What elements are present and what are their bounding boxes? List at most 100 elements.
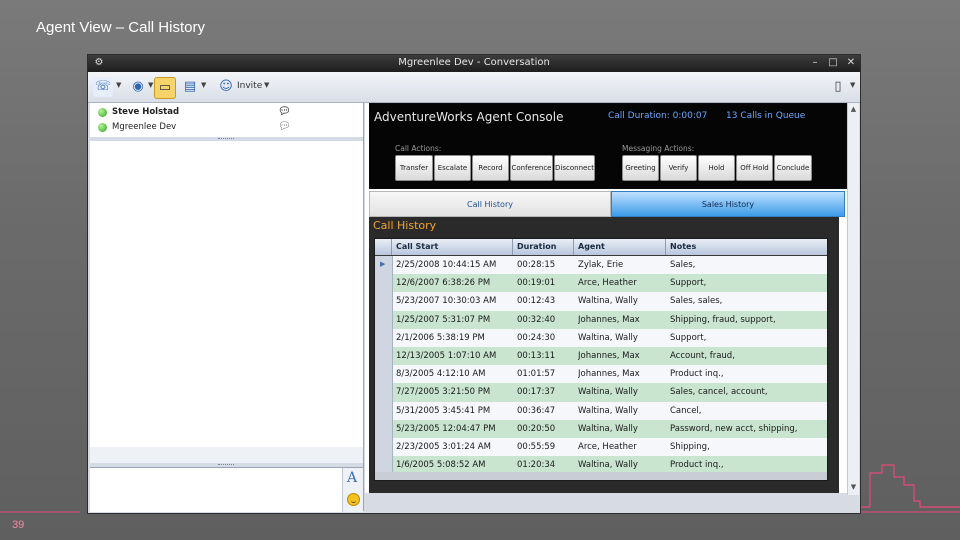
call-history-panel: Call History Call Start Duration Agent N… (369, 217, 839, 493)
invite-button[interactable]: Invite (237, 81, 262, 91)
phone-icon[interactable]: ☏ (93, 77, 113, 97)
compose-sidebar: A (342, 468, 363, 512)
cell-agent: Waltina, Wally (578, 460, 638, 471)
greeting-button[interactable]: Greeting (622, 155, 659, 181)
column-header-duration[interactable]: Duration (513, 239, 574, 255)
cell-call-start: 8/3/2005 4:12:10 AM (396, 369, 486, 380)
row-selector[interactable]: ▶ (375, 256, 393, 275)
cell-agent: Zylak, Erie (578, 260, 624, 270)
window-title: Mgreenlee Dev - Conversation (398, 57, 550, 68)
table-row[interactable]: 7/27/2005 3:21:50 PM 00:17:37 Waltina, Wal… (375, 383, 827, 402)
conversation-window: ⚙ Mgreenlee Dev - Conversation – □ ✕ ☏ ▼… (87, 54, 861, 514)
toolbar: ☏ ▼ ◉ ▼ ▭ ▤ ▼ ☺ Invite ▼ ▯ ▼ (88, 72, 860, 103)
console-header: AdventureWorks Agent Console Call Durati… (369, 103, 847, 189)
table-row[interactable]: 5/23/2005 12:04:47 PM 00:20:50 Waltina, Wa… (375, 419, 827, 438)
hold-button[interactable]: Hold (698, 155, 735, 181)
video-icon[interactable]: ◉ (128, 77, 148, 97)
cell-call-start: 1/6/2005 5:08:52 AM (396, 460, 486, 471)
table-row[interactable]: 1/25/2007 5:31:07 PM 00:32:40 Johannes, Ma… (375, 310, 827, 329)
verify-button[interactable]: Verify (660, 155, 697, 181)
cell-notes: Account, fraud, (670, 351, 735, 361)
cell-agent: Waltina, Wally (578, 405, 638, 416)
speech-bubble-icon: 💬︎ (278, 121, 291, 132)
row-selector[interactable] (375, 419, 393, 438)
compose-area[interactable]: A (90, 467, 363, 512)
tab-call-history[interactable]: Call History (369, 191, 611, 217)
cell-agent: Waltina, Wally (578, 423, 638, 434)
maximize-button[interactable]: □ (826, 56, 840, 70)
emoticon-icon[interactable] (347, 493, 360, 506)
row-selector[interactable] (375, 383, 393, 402)
table-row[interactable]: 12/6/2007 6:38:26 PM 00:19:01 Arce, Heathe… (375, 274, 827, 293)
row-selector[interactable] (375, 310, 393, 329)
font-icon[interactable]: A (347, 470, 357, 486)
close-button[interactable]: ✕ (844, 56, 858, 70)
scroll-up-icon[interactable]: ▲ (849, 105, 858, 113)
table-row[interactable]: 5/31/2005 3:45:41 PM 00:36:47 Waltina, Wal… (375, 401, 827, 420)
cell-agent: Waltina, Wally (578, 296, 638, 307)
invite-icon[interactable]: ☺ (216, 77, 236, 97)
scroll-down-icon[interactable]: ▼ (849, 483, 858, 491)
table-row[interactable]: 5/23/2007 10:30:03 AM 00:12:43 Waltina, Wa… (375, 292, 827, 311)
video-dropdown-icon[interactable]: ▼ (148, 81, 153, 89)
cell-notes: Product inq., (670, 369, 724, 380)
cell-notes: Support, (670, 278, 707, 289)
column-header-call-start[interactable]: Call Start (392, 239, 513, 255)
table-row[interactable]: 2/23/2005 3:01:24 AM 00:55:59 Arce, Heathe… (375, 438, 827, 457)
cell-notes: Sales, sales, (670, 296, 723, 307)
cell-notes: Sales, cancel, account, (670, 387, 768, 398)
row-selector[interactable] (375, 274, 393, 293)
cell-duration: 00:32:40 (517, 314, 556, 325)
escalate-button[interactable]: Escalate (434, 155, 471, 181)
cell-call-start: 2/25/2008 10:44:15 AM (396, 260, 497, 270)
slide-number: 39 (12, 519, 25, 531)
table-row[interactable]: 12/13/2005 1:07:10 AM 00:13:11 Johannes, M… (375, 347, 827, 366)
row-selector[interactable] (375, 438, 393, 457)
conference-button[interactable]: Conference (510, 155, 553, 181)
participant-name: Steve Holstad (112, 107, 180, 117)
console-title: AdventureWorks Agent Console (374, 110, 564, 124)
cell-duration: 00:20:50 (517, 423, 556, 434)
row-selector[interactable] (375, 365, 393, 384)
console-scrollbar[interactable]: ▲ ▼ (847, 103, 859, 495)
row-selector[interactable] (375, 347, 393, 366)
cell-duration: 00:19:01 (517, 278, 556, 289)
conclude-button[interactable]: Conclude (774, 155, 812, 181)
table-row[interactable]: ▶ 2/25/2008 10:44:15 AM 00:28:15 Zylak, Eri… (375, 256, 827, 275)
row-selector[interactable] (375, 292, 393, 311)
grid-footer (375, 472, 827, 480)
document-icon[interactable]: ▯ (828, 77, 848, 97)
invite-dropdown-icon[interactable]: ▼ (264, 81, 269, 89)
call-actions-label: Call Actions: (395, 144, 442, 153)
row-selector[interactable] (375, 328, 393, 347)
cell-notes: Shipping, fraud, support, (670, 314, 776, 325)
cell-call-start: 1/25/2007 5:31:07 PM (396, 314, 491, 325)
column-header-agent[interactable]: Agent (574, 239, 666, 255)
cell-call-start: 5/23/2007 10:30:03 AM (396, 296, 497, 307)
column-header-notes[interactable]: Notes (666, 239, 827, 255)
header-selector (375, 239, 392, 255)
disconnect-button[interactable]: Disconnect (554, 155, 595, 181)
message-history[interactable] (90, 141, 363, 447)
transfer-button[interactable]: Transfer (395, 155, 433, 181)
cell-agent: Arce, Heather (578, 442, 637, 452)
phone-dropdown-icon[interactable]: ▼ (116, 81, 121, 89)
im-icon[interactable]: ▭ (154, 77, 176, 99)
off-hold-button[interactable]: Off Hold (736, 155, 773, 181)
cell-call-start: 7/27/2005 3:21:50 PM (396, 387, 491, 398)
cell-call-start: 5/31/2005 3:45:41 PM (396, 405, 491, 416)
table-row[interactable]: 8/3/2005 4:12:10 AM 01:01:57 Johannes, Max… (375, 365, 827, 384)
cell-call-start: 12/6/2007 6:38:26 PM (396, 278, 491, 289)
share-icon[interactable]: ▤ (180, 77, 200, 97)
share-dropdown-icon[interactable]: ▼ (201, 81, 206, 89)
table-row[interactable]: 2/1/2006 5:38:19 PM 00:24:30 Waltina, Wall… (375, 328, 827, 347)
cell-call-start: 5/23/2005 12:04:47 PM (396, 423, 496, 434)
tab-sales-history[interactable]: Sales History (611, 191, 845, 217)
record-button[interactable]: Record (472, 155, 509, 181)
minimize-button[interactable]: – (808, 56, 822, 70)
status-strip (90, 447, 363, 463)
agent-console-pane: AdventureWorks Agent Console Call Durati… (365, 103, 859, 495)
row-selector[interactable] (375, 401, 393, 420)
cell-duration: 01:01:57 (517, 369, 556, 380)
document-dropdown-icon[interactable]: ▼ (850, 81, 855, 89)
